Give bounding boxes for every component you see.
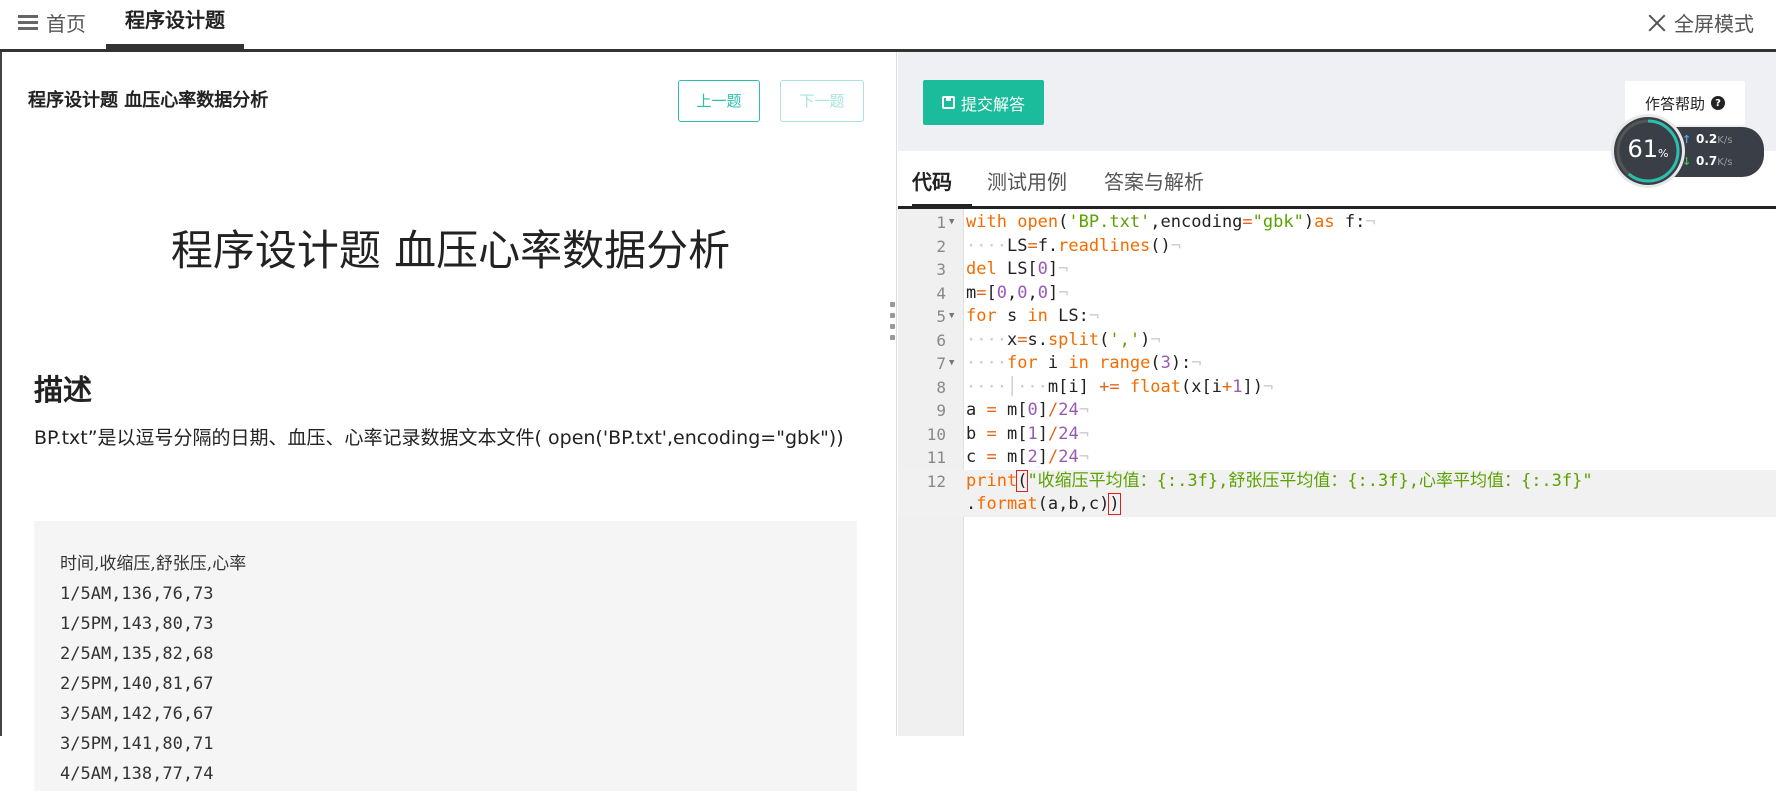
line-number: 10: [926, 424, 946, 444]
expand-icon: [1648, 14, 1666, 32]
data-sample-block: 时间,收缩压,舒张压,心率 1/5AM,136,76,73 1/5PM,143,…: [34, 521, 857, 791]
menu-icon: [18, 14, 38, 31]
download-arrow-icon: ↓: [1682, 155, 1692, 168]
code-line: ····for i in range(3):¬: [966, 353, 1202, 373]
question-circle-icon: ?: [1711, 96, 1725, 110]
line-number: 11: [926, 448, 946, 467]
tab-programming[interactable]: 程序设计题: [106, 0, 244, 49]
top-bar: 首页 程序设计题 全屏模式: [0, 0, 1776, 52]
code-editor[interactable]: 1 ▼ with open('BP.txt',encoding="gbk")as f…: [898, 209, 1776, 736]
code-line: with open('BP.txt',encoding="gbk")as f:¬: [966, 212, 1376, 232]
speed-panel: ↑ 0.2K/s ↓ 0.7K/s: [1672, 127, 1764, 177]
download-speed: 0.7: [1696, 154, 1718, 168]
code-line: ····x=s.split(',')¬: [966, 329, 1161, 350]
data-line: 2/5PM,140,81,67: [60, 674, 214, 694]
code-line: b = m[1]/24¬: [966, 423, 1089, 444]
question-panel: 程序设计题 血压心率数据分析 上一题 下一题 程序设计题 血压心率数据分析 描述…: [0, 52, 897, 791]
usage-ring: 61%: [1614, 117, 1682, 185]
upload-arrow-icon: ↑: [1682, 133, 1692, 146]
fullscreen-button[interactable]: 全屏模式: [1648, 8, 1754, 37]
data-line: 3/5PM,141,80,71: [60, 734, 214, 754]
data-line: 1/5AM,136,76,73: [60, 584, 214, 604]
data-line: 1/5PM,143,80,73: [60, 614, 214, 634]
data-line: 时间,收缩压,舒张压,心率: [60, 554, 247, 574]
line-number: 12: [926, 471, 946, 491]
code-line: print("收缩压平均值：{:.3f},舒张压平均值：{:.3f},心率平均值…: [966, 469, 1593, 492]
line-number: 4: [936, 283, 946, 303]
section-heading: 描述: [34, 373, 93, 407]
submit-answer-button[interactable]: 提交解答: [923, 80, 1044, 125]
nav-home[interactable]: 首页: [18, 8, 86, 37]
nav-home-label: 首页: [46, 12, 86, 36]
submit-label: 提交解答: [960, 94, 1025, 114]
save-icon: [941, 96, 955, 109]
line-number: 1: [936, 213, 946, 232]
code-line: ····LS=f.readlines()¬: [966, 235, 1182, 256]
question-header: 程序设计题 血压心率数据分析: [28, 90, 269, 111]
code-line: c = m[2]/24¬: [966, 447, 1089, 467]
prev-question-button[interactable]: 上一题: [678, 80, 760, 122]
fold-icon[interactable]: ▼: [949, 352, 954, 376]
line-number: 5: [936, 307, 946, 326]
data-line: 2/5AM,135,82,68: [60, 644, 214, 664]
fullscreen-label: 全屏模式: [1674, 12, 1754, 36]
line-number: 9: [936, 401, 946, 420]
code-line: del LS[0]¬: [966, 259, 1069, 279]
fold-icon[interactable]: ▼: [949, 305, 954, 329]
line-number: 2: [936, 236, 946, 256]
line-number: 3: [936, 260, 946, 279]
question-title: 程序设计题 血压心率数据分析: [170, 226, 731, 275]
data-line: 3/5AM,142,76,67: [60, 704, 214, 724]
description-text: BP.txt”是以逗号分隔的日期、血压、心率记录数据文本文件( open('BP…: [34, 427, 844, 449]
line-number: 8: [936, 377, 946, 397]
usage-percent: 61: [1627, 135, 1659, 163]
next-question-button[interactable]: 下一题: [780, 80, 864, 122]
data-line: 4/5AM,138,77,74: [60, 764, 214, 784]
code-line: m=[0,0,0]¬: [966, 282, 1069, 303]
code-line: ····│···m[i] += float(x[i+1])¬: [966, 376, 1274, 397]
panel-resize-handle[interactable]: [890, 302, 896, 346]
line-number: 7: [936, 354, 946, 373]
tab-code[interactable]: 代码: [912, 151, 972, 209]
fold-icon[interactable]: ▼: [949, 211, 954, 235]
tab-test-cases[interactable]: 测试用例: [987, 151, 1067, 206]
code-line: for s in LS:¬: [966, 306, 1100, 326]
upload-speed: 0.2: [1696, 132, 1718, 146]
code-line: .format(a,b,c)): [966, 493, 1121, 515]
network-speed-widget[interactable]: ↑ 0.2K/s ↓ 0.7K/s 61%: [1614, 117, 1766, 187]
tab-answer-analysis[interactable]: 答案与解析: [1104, 151, 1204, 206]
code-line: a = m[0]/24¬: [966, 400, 1089, 420]
line-number: 6: [936, 330, 946, 350]
help-label: 作答帮助: [1644, 94, 1705, 113]
clipped-edge-text: [1768, 690, 1776, 736]
